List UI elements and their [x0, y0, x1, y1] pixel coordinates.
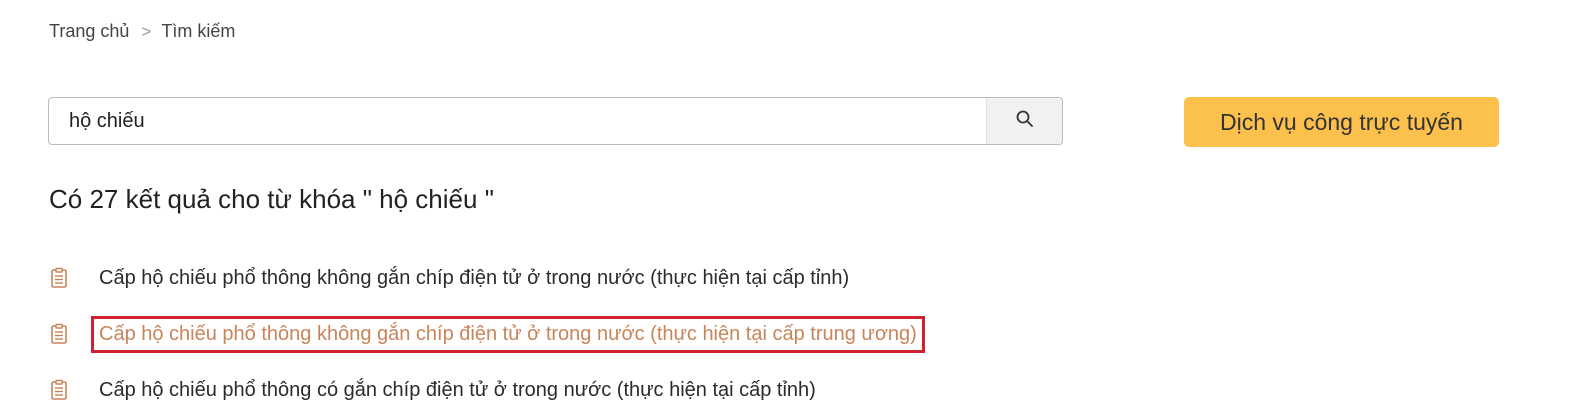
- document-icon: [48, 322, 70, 346]
- search-input[interactable]: [49, 98, 986, 144]
- list-item: Cấp hộ chiếu phổ thông có gắn chíp điện …: [48, 362, 922, 418]
- list-item: Cấp hộ chiếu phổ thông không gắn chíp đi…: [48, 250, 922, 306]
- result-link[interactable]: Cấp hộ chiếu phổ thông không gắn chíp đi…: [94, 263, 854, 294]
- online-services-button[interactable]: Dịch vụ công trực tuyến: [1184, 97, 1499, 147]
- breadcrumb-separator: >: [141, 21, 152, 41]
- search-button[interactable]: [986, 98, 1062, 144]
- document-icon: [48, 266, 70, 290]
- search-icon: [1015, 109, 1035, 134]
- breadcrumb-current: Tìm kiếm: [161, 21, 236, 41]
- search-box: [48, 97, 1063, 145]
- document-icon: [48, 378, 70, 402]
- result-link-highlighted[interactable]: Cấp hộ chiếu phổ thông không gắn chíp đi…: [91, 315, 925, 353]
- breadcrumb-home-link[interactable]: Trang chủ: [49, 21, 129, 42]
- results-heading: Có 27 kết quả cho từ khóa " hộ chiếu ": [49, 184, 494, 214]
- results-list: Cấp hộ chiếu phổ thông không gắn chíp đi…: [48, 250, 925, 418]
- result-link[interactable]: Cấp hộ chiếu phổ thông có gắn chíp điện …: [94, 375, 821, 406]
- list-item: Cấp hộ chiếu phổ thông không gắn chíp đi…: [48, 306, 925, 362]
- breadcrumb: Trang chủ > Tìm kiếm: [49, 21, 235, 42]
